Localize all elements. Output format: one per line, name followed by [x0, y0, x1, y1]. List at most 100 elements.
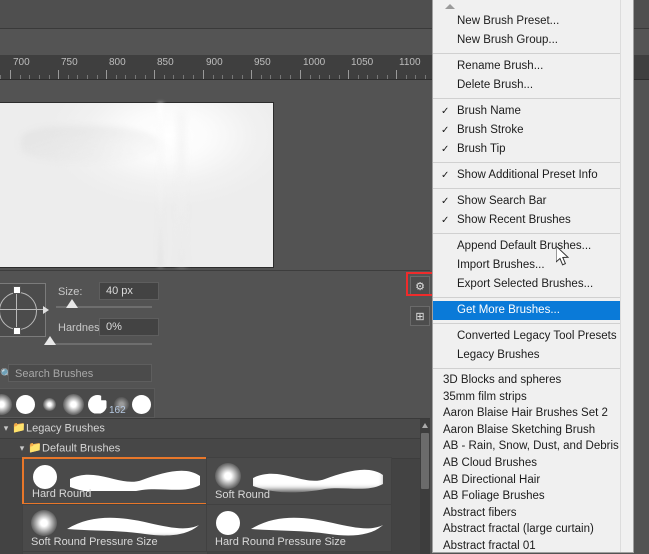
menu-item-label: Import Brushes... [457, 259, 545, 271]
menu-item-brush-set[interactable]: Aaron Blaise Sketching Brush [433, 422, 633, 439]
menu-item-label: Export Selected Brushes... [457, 278, 594, 290]
brush-tip-shape-widget[interactable] [0, 283, 49, 337]
recent-brush-thumb[interactable] [85, 392, 109, 416]
menu-scrollbar[interactable] [620, 0, 633, 552]
menu-scroll-up[interactable] [433, 0, 633, 12]
brush-group-default[interactable]: ▾ 📁Default Brushes [0, 439, 430, 459]
menu-item-brush-set[interactable]: AB - Rain, Snow, Dust, and Debris [433, 438, 633, 455]
image-streak-1 [157, 103, 163, 267]
menu-item-append-default-brushes[interactable]: Append Default Brushes... [433, 237, 633, 256]
size-value[interactable]: 40 px [99, 282, 159, 300]
ruler-tick-minor [377, 75, 378, 79]
ruler-tick-minor [280, 75, 281, 79]
recent-brushes-strip[interactable]: 162 [0, 388, 155, 418]
menu-item-new-brush-preset[interactable]: New Brush Preset... [433, 12, 633, 31]
ruler-tick-minor [232, 75, 233, 79]
shape-angle-arrow-icon[interactable] [43, 306, 49, 314]
shape-handle-bottom[interactable] [13, 327, 21, 335]
brush-panel-flyout-menu[interactable]: New Brush Preset... New Brush Group... R… [432, 0, 634, 553]
menu-item-show-search-bar[interactable]: ✓ Show Search Bar [433, 192, 633, 211]
ruler-tick-minor [242, 75, 243, 79]
image-fold-highlight [20, 125, 164, 163]
shape-ellipse[interactable] [0, 292, 37, 330]
recent-brush-thumb[interactable] [129, 392, 153, 416]
menu-item-brush-set[interactable]: AB Foliage Brushes [433, 488, 633, 505]
document-image[interactable] [0, 102, 274, 268]
ruler-tick-minor [193, 75, 194, 79]
preset-list-scrollbar[interactable] [420, 419, 430, 554]
menu-item-brush-tip[interactable]: ✓ Brush Tip [433, 140, 633, 159]
ruler-tick-minor [425, 75, 426, 79]
brush-preset-soft-round-pressure-size[interactable]: Soft Round Pressure Size [22, 504, 208, 552]
menu-item-show-additional-preset-info[interactable]: ✓ Show Additional Preset Info [433, 166, 633, 185]
brush-preset-soft-round[interactable]: Soft Round [206, 457, 392, 505]
ruler-tick-minor [213, 75, 214, 79]
brush-preset-hard-round[interactable]: Hard Round [22, 457, 208, 505]
menu-item-brush-set[interactable]: 3D Blocks and spheres [433, 372, 633, 389]
create-new-brush-icon[interactable]: ⊞ [410, 306, 430, 326]
menu-item-import-brushes[interactable]: Import Brushes... [433, 256, 633, 275]
ruler-label: 1050 [351, 57, 374, 68]
brush-stroke-thumbnail [249, 509, 385, 537]
menu-item-brush-stroke[interactable]: ✓ Brush Stroke [433, 121, 633, 140]
menu-item-brush-set[interactable]: AB Directional Hair [433, 472, 633, 489]
menu-item-brush-set[interactable]: Aaron Blaise Hair Brushes Set 2 [433, 405, 633, 422]
menu-item-label: Brush Name [457, 105, 521, 117]
menu-item-brush-set[interactable]: AB Cloud Brushes [433, 455, 633, 472]
menu-item-brush-set[interactable]: 35mm film strips [433, 389, 633, 406]
menu-item-delete-brush[interactable]: Delete Brush... [433, 76, 633, 95]
image-streak-2 [177, 111, 187, 267]
hardness-slider-thumb[interactable] [44, 336, 56, 345]
size-slider-thumb[interactable] [66, 299, 78, 308]
ruler-tick-major [203, 70, 204, 79]
chevron-down-icon[interactable]: ▾ [0, 419, 12, 438]
ruler-label: 900 [206, 57, 223, 68]
brush-preset-list[interactable]: ▾ 📁Legacy Brushes ▾ 📁Default Brushes Hard … [0, 418, 430, 554]
menu-item-rename-brush[interactable]: Rename Brush... [433, 57, 633, 76]
menu-item-brush-name[interactable]: ✓ Brush Name [433, 102, 633, 121]
gear-highlight-annotation [406, 272, 434, 296]
chevron-down-icon[interactable]: ▾ [16, 439, 28, 458]
menu-item-export-selected-brushes[interactable]: Export Selected Brushes... [433, 275, 633, 294]
photoshop-app-window: 7007508008509009501000105011001150120012… [0, 0, 649, 554]
search-brushes-input[interactable]: Search Brushes [8, 364, 152, 382]
menu-item-new-brush-group[interactable]: New Brush Group... [433, 31, 633, 50]
brush-preset-hard-round-pressure-size[interactable]: Hard Round Pressure Size [206, 504, 392, 552]
menu-item-converted-legacy-tool-presets[interactable]: Converted Legacy Tool Presets [433, 327, 633, 346]
ruler-tick-minor [310, 75, 311, 79]
ruler-tick-minor [339, 75, 340, 79]
recent-brush-thumb[interactable] [37, 392, 61, 416]
menu-item-brush-set[interactable]: Abstract fractal 01 [433, 538, 633, 552]
recent-brush-thumb[interactable] [61, 392, 85, 416]
hardness-value[interactable]: 0% [99, 318, 159, 336]
ruler-tick-minor [358, 75, 359, 79]
menu-item-get-more-brushes[interactable]: Get More Brushes... [433, 301, 633, 320]
recent-brush-thumb[interactable] [0, 392, 13, 416]
brush-library-list[interactable]: 3D Blocks and spheres 35mm film strips Aar… [433, 372, 633, 552]
hardness-slider-track[interactable] [45, 343, 152, 345]
recent-brush-thumb[interactable] [13, 392, 37, 416]
menu-item-label: New Brush Group... [457, 34, 558, 46]
menu-item-show-recent-brushes[interactable]: ✓ Show Recent Brushes [433, 211, 633, 230]
menu-item-brush-set[interactable]: Abstract fractal (large curtain) [433, 521, 633, 538]
menu-item-legacy-brushes[interactable]: Legacy Brushes [433, 346, 633, 365]
ruler-tick-major [396, 70, 397, 79]
chevron-up-icon[interactable] [445, 4, 455, 9]
ruler-tick-minor [290, 75, 291, 79]
scroll-up-arrow-icon[interactable] [422, 423, 428, 428]
brush-group-legacy[interactable]: ▾ 📁Legacy Brushes [0, 419, 430, 439]
menu-item-label: Delete Brush... [457, 79, 534, 91]
ruler-tick-major [300, 70, 301, 79]
menu-item-brush-set[interactable]: Abstract fibers [433, 505, 633, 522]
ruler-label: 1100 [399, 57, 421, 68]
ruler-tick-minor [406, 75, 407, 79]
shape-handle-top[interactable] [13, 286, 21, 294]
folder-icon: 📁 [28, 442, 42, 454]
ruler-tick-major [58, 70, 59, 79]
ruler-tick-minor [222, 75, 223, 79]
ruler-label: 750 [61, 57, 78, 68]
brush-preset-grid: Hard Round Soft Round Soft Round Pressur… [0, 457, 430, 554]
scrollbar-thumb[interactable] [421, 433, 429, 489]
ruler-tick-major [154, 70, 155, 79]
brush-tip-thumbnail [31, 510, 57, 536]
